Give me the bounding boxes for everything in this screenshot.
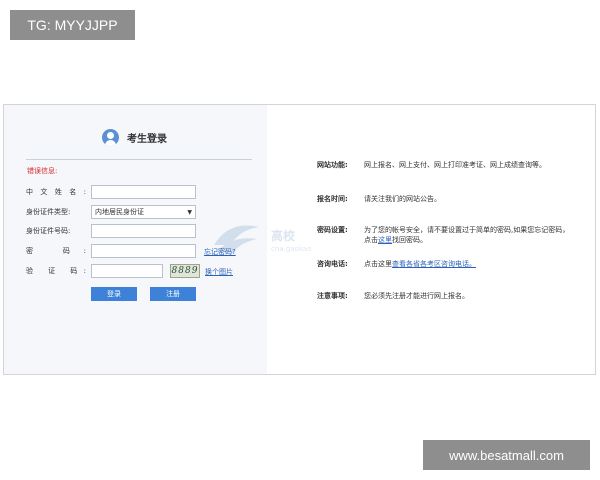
phone-text: 点击这里查看各省各考区咨询电话。 — [364, 260, 476, 268]
background-logo: 高校 cna.gaokao — [209, 215, 329, 265]
id-type-label: 身份证件类型: — [26, 208, 71, 216]
login-title: 考生登录 — [127, 133, 167, 145]
function-label: 网站功能: — [317, 161, 348, 169]
captcha-image: 8889 — [170, 264, 200, 278]
time-text: 请关注我们的网站公告。 — [364, 195, 441, 203]
password-setting-text: 为了您的帐号安全，请不要设置过于简单的密码,如果您忘记密码，点击这里找回密码。 — [364, 226, 570, 244]
captcha-label: 验 证 码: — [26, 267, 86, 275]
change-image-link[interactable]: 换个图片 — [205, 267, 233, 277]
background-logo-text: 高校 — [271, 229, 296, 243]
notice-label: 注意事项: — [317, 292, 348, 300]
header-divider — [26, 159, 252, 160]
name-input[interactable] — [91, 185, 196, 199]
captcha-input[interactable] — [91, 264, 163, 278]
id-type-select[interactable]: 内地居民身份证 ▼ — [91, 205, 196, 219]
id-type-value: 内地居民身份证 — [95, 208, 144, 216]
login-button[interactable]: 登录 — [91, 287, 137, 301]
time-label: 报名时间: — [317, 195, 348, 203]
password-input[interactable] — [91, 244, 196, 258]
watermark-bottom: www.besatmall.com — [423, 440, 590, 470]
phone-link[interactable]: 查看各省各考区咨询电话。 — [392, 260, 476, 268]
function-text: 网上报名、网上支付、网上打印准考证、网上成绩查询等。 — [364, 161, 546, 169]
recover-password-link[interactable]: 这里 — [378, 236, 392, 244]
id-number-input[interactable] — [91, 224, 196, 238]
login-header: 考生登录 — [102, 127, 167, 147]
register-button[interactable]: 注册 — [150, 287, 196, 301]
name-label: 中文姓名: — [26, 188, 86, 196]
error-label: 错误信息: — [27, 167, 58, 175]
phone-label: 咨询电话: — [317, 260, 348, 268]
password-label: 密 码: — [26, 247, 86, 255]
id-number-label: 身份证件号码: — [26, 227, 71, 235]
background-logo-subtext: cna.gaokao — [271, 245, 312, 253]
password-setting-label: 密码设置: — [317, 226, 348, 234]
notice-text: 您必须先注册才能进行网上报名。 — [364, 292, 469, 300]
user-icon — [102, 128, 119, 146]
watermark-top: TG: MYYJJPP — [10, 10, 135, 40]
dropdown-arrow-icon: ▼ — [187, 209, 192, 216]
login-page-frame: 考生登录 错误信息: 中文姓名: 身份证件类型: 内地居民身份证 ▼ 身份证件号… — [3, 104, 596, 375]
wave-logo-icon — [214, 225, 259, 253]
